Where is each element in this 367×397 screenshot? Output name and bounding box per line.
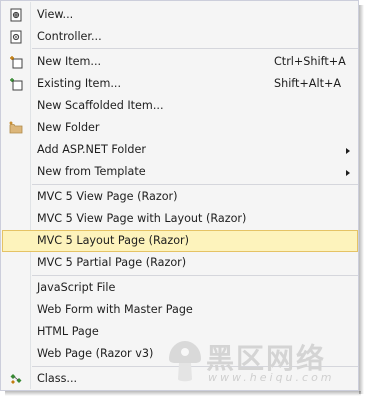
menu-shadow-bottom: [5, 391, 361, 396]
menu-item-label: New Folder: [37, 121, 100, 134]
menu-item-new-folder[interactable]: New Folder: [2, 117, 358, 139]
menu-item-label: Add ASP.NET Folder: [37, 143, 146, 156]
class-icon: [10, 374, 22, 384]
controller-icon: [10, 30, 22, 44]
menu-item-new-scaffolded-item[interactable]: New Scaffolded Item...: [2, 95, 358, 117]
menu-item-mvc5-view-page-with-layout[interactable]: MVC 5 View Page with Layout (Razor): [2, 208, 358, 230]
menu-item-label: View...: [37, 8, 74, 21]
new-item-icon: [10, 56, 23, 69]
menu-separator: [32, 184, 358, 185]
menu-item-label: MVC 5 View Page (Razor): [37, 190, 178, 203]
menu-separator: [32, 275, 358, 276]
menu-item-mvc5-layout-page[interactable]: MVC 5 Layout Page (Razor): [2, 230, 358, 252]
menu-item-new-from-template[interactable]: New from Template: [2, 161, 358, 183]
menu-item-web-form-master-page[interactable]: Web Form with Master Page: [2, 299, 358, 321]
menu-item-label: New Scaffolded Item...: [37, 99, 164, 112]
menu-item-label: Web Page (Razor v3): [37, 347, 154, 360]
watermark: 黑区网络 www.heiqu.com: [166, 337, 366, 389]
menu-item-controller[interactable]: Controller...: [2, 26, 358, 48]
menu-item-label: New from Template: [37, 165, 146, 178]
watermark-url: www.heiqu.com: [208, 371, 335, 384]
submenu-arrow-icon: [346, 148, 350, 154]
menu-item-view[interactable]: View...: [2, 4, 358, 26]
menu-shadow-right: [359, 5, 364, 394]
menu-item-new-item[interactable]: New Item... Ctrl+Shift+A: [2, 51, 358, 73]
context-menu: View... Controller... New Item... Ctrl+S…: [0, 0, 359, 391]
menu-item-label: MVC 5 Partial Page (Razor): [37, 256, 187, 269]
menu-item-mvc5-view-page[interactable]: MVC 5 View Page (Razor): [2, 186, 358, 208]
menu-item-existing-item[interactable]: Existing Item... Shift+Alt+A: [2, 73, 358, 95]
submenu-arrow-icon: [346, 170, 350, 176]
menu-item-mvc5-partial-page[interactable]: MVC 5 Partial Page (Razor): [2, 252, 358, 274]
menu-item-label: MVC 5 View Page with Layout (Razor): [37, 212, 247, 225]
menu-item-label: Existing Item...: [37, 77, 122, 90]
menu-separator: [32, 48, 358, 49]
menu-item-add-aspnet-folder[interactable]: Add ASP.NET Folder: [2, 139, 358, 161]
menu-item-label: HTML Page: [37, 325, 99, 338]
menu-item-label: MVC 5 Layout Page (Razor): [37, 234, 190, 247]
menu-item-label: Controller...: [37, 30, 102, 43]
menu-item-label: Web Form with Master Page: [37, 303, 193, 316]
menu-item-label: JavaScript File: [37, 281, 116, 294]
menu-item-label: Class...: [37, 372, 78, 385]
mushroom-logo-icon: [169, 341, 201, 382]
menu-item-javascript-file[interactable]: JavaScript File: [2, 277, 358, 299]
menu-item-label: New Item...: [37, 55, 102, 68]
existing-item-icon: [10, 78, 23, 91]
folder-icon: [9, 121, 23, 134]
menu-item-shortcut: Ctrl+Shift+A: [274, 55, 346, 68]
view-icon: [10, 8, 22, 22]
menu-item-shortcut: Shift+Alt+A: [274, 77, 341, 90]
